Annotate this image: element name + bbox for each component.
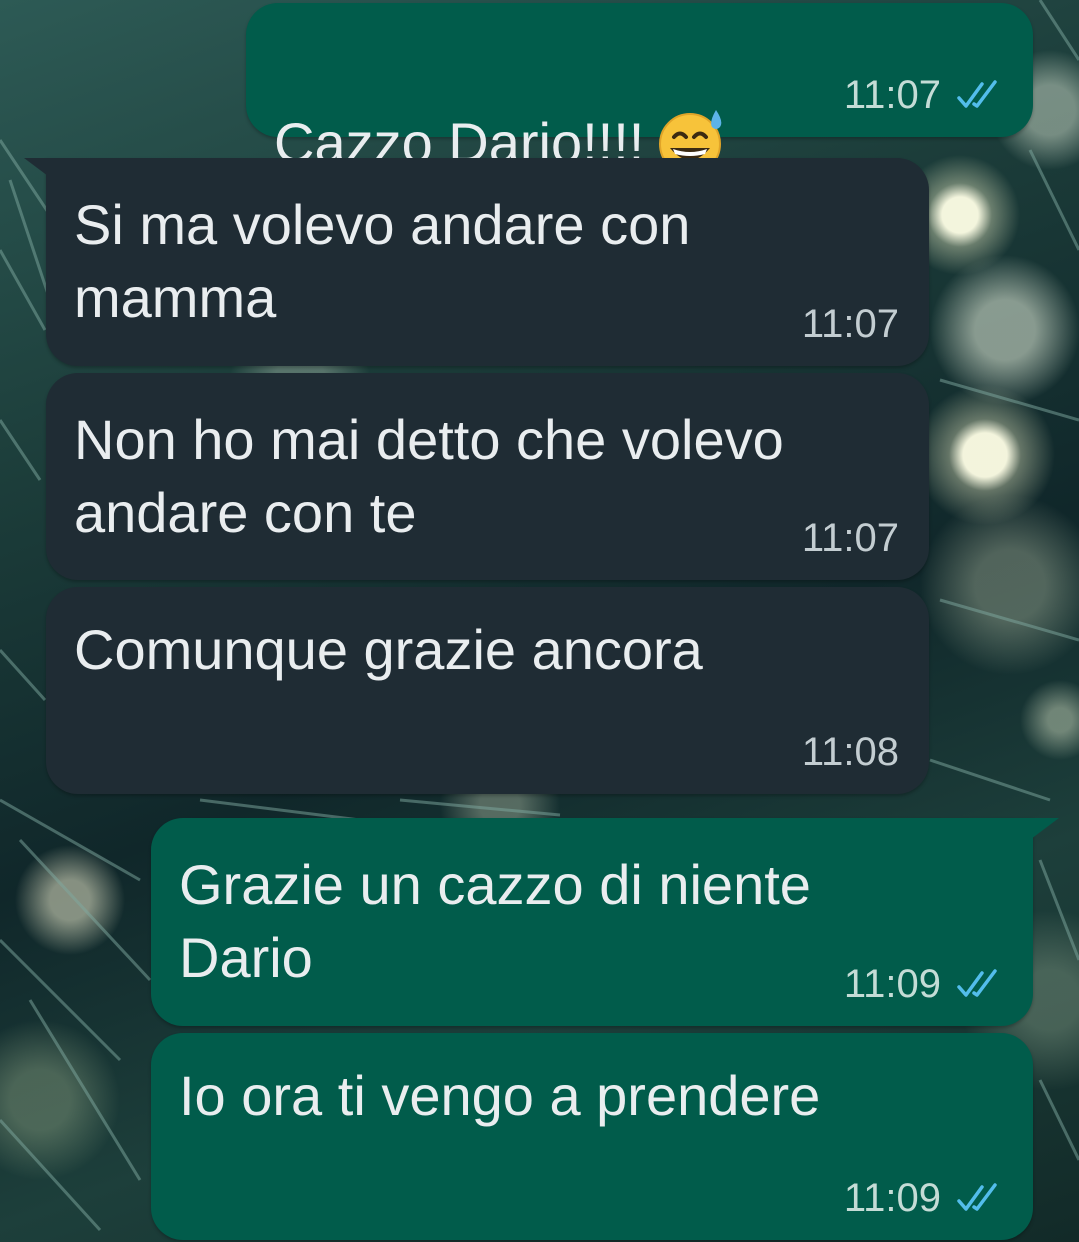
message-meta: 11:08 xyxy=(802,730,899,774)
message-meta: 11:09 xyxy=(844,962,1003,1006)
double-check-read-icon xyxy=(957,80,997,108)
message-bubble-incoming[interactable]: Comunque grazie ancora 11:08 xyxy=(46,587,929,794)
message-bubble-incoming[interactable]: Si ma volevo andare con mamma 11:07 xyxy=(24,158,929,366)
message-time: 11:07 xyxy=(801,302,899,346)
double-check-read-icon xyxy=(957,1183,997,1211)
message-text: Io ora ti vengo a prendere xyxy=(179,1064,821,1127)
message-time: 11:07 xyxy=(843,73,941,117)
message-meta: 11:09 xyxy=(844,1176,1003,1220)
message-bubble-outgoing[interactable]: Io ora ti vengo a prendere 11:09 xyxy=(151,1033,1033,1240)
message-time: 11:08 xyxy=(801,730,899,774)
message-bubble-incoming[interactable]: Non ho mai detto che volevo andare con t… xyxy=(46,373,929,580)
message-meta: 11:07 xyxy=(802,302,899,346)
bubble-tail xyxy=(1019,818,1059,848)
bubble-tail xyxy=(24,158,64,188)
message-meta: 11:07 xyxy=(844,73,1003,117)
message-bubble-outgoing[interactable]: Grazie un cazzo di niente Dario 11:09 xyxy=(151,818,1059,1026)
message-text: Comunque grazie ancora xyxy=(74,618,703,681)
message-time: 11:09 xyxy=(843,962,941,1006)
message-text: Si ma volevo andare con mamma xyxy=(74,193,691,329)
message-time: 11:07 xyxy=(801,516,899,560)
message-text: Grazie un cazzo di niente Dario xyxy=(179,853,811,989)
message-time: 11:09 xyxy=(843,1176,941,1220)
message-meta: 11:07 xyxy=(802,516,899,560)
message-text: Non ho mai detto che volevo andare con t… xyxy=(74,408,784,544)
double-check-read-icon xyxy=(957,969,997,997)
message-bubble-outgoing[interactable]: Cazzo Dario!!!! 11:07 xyxy=(246,3,1033,175)
